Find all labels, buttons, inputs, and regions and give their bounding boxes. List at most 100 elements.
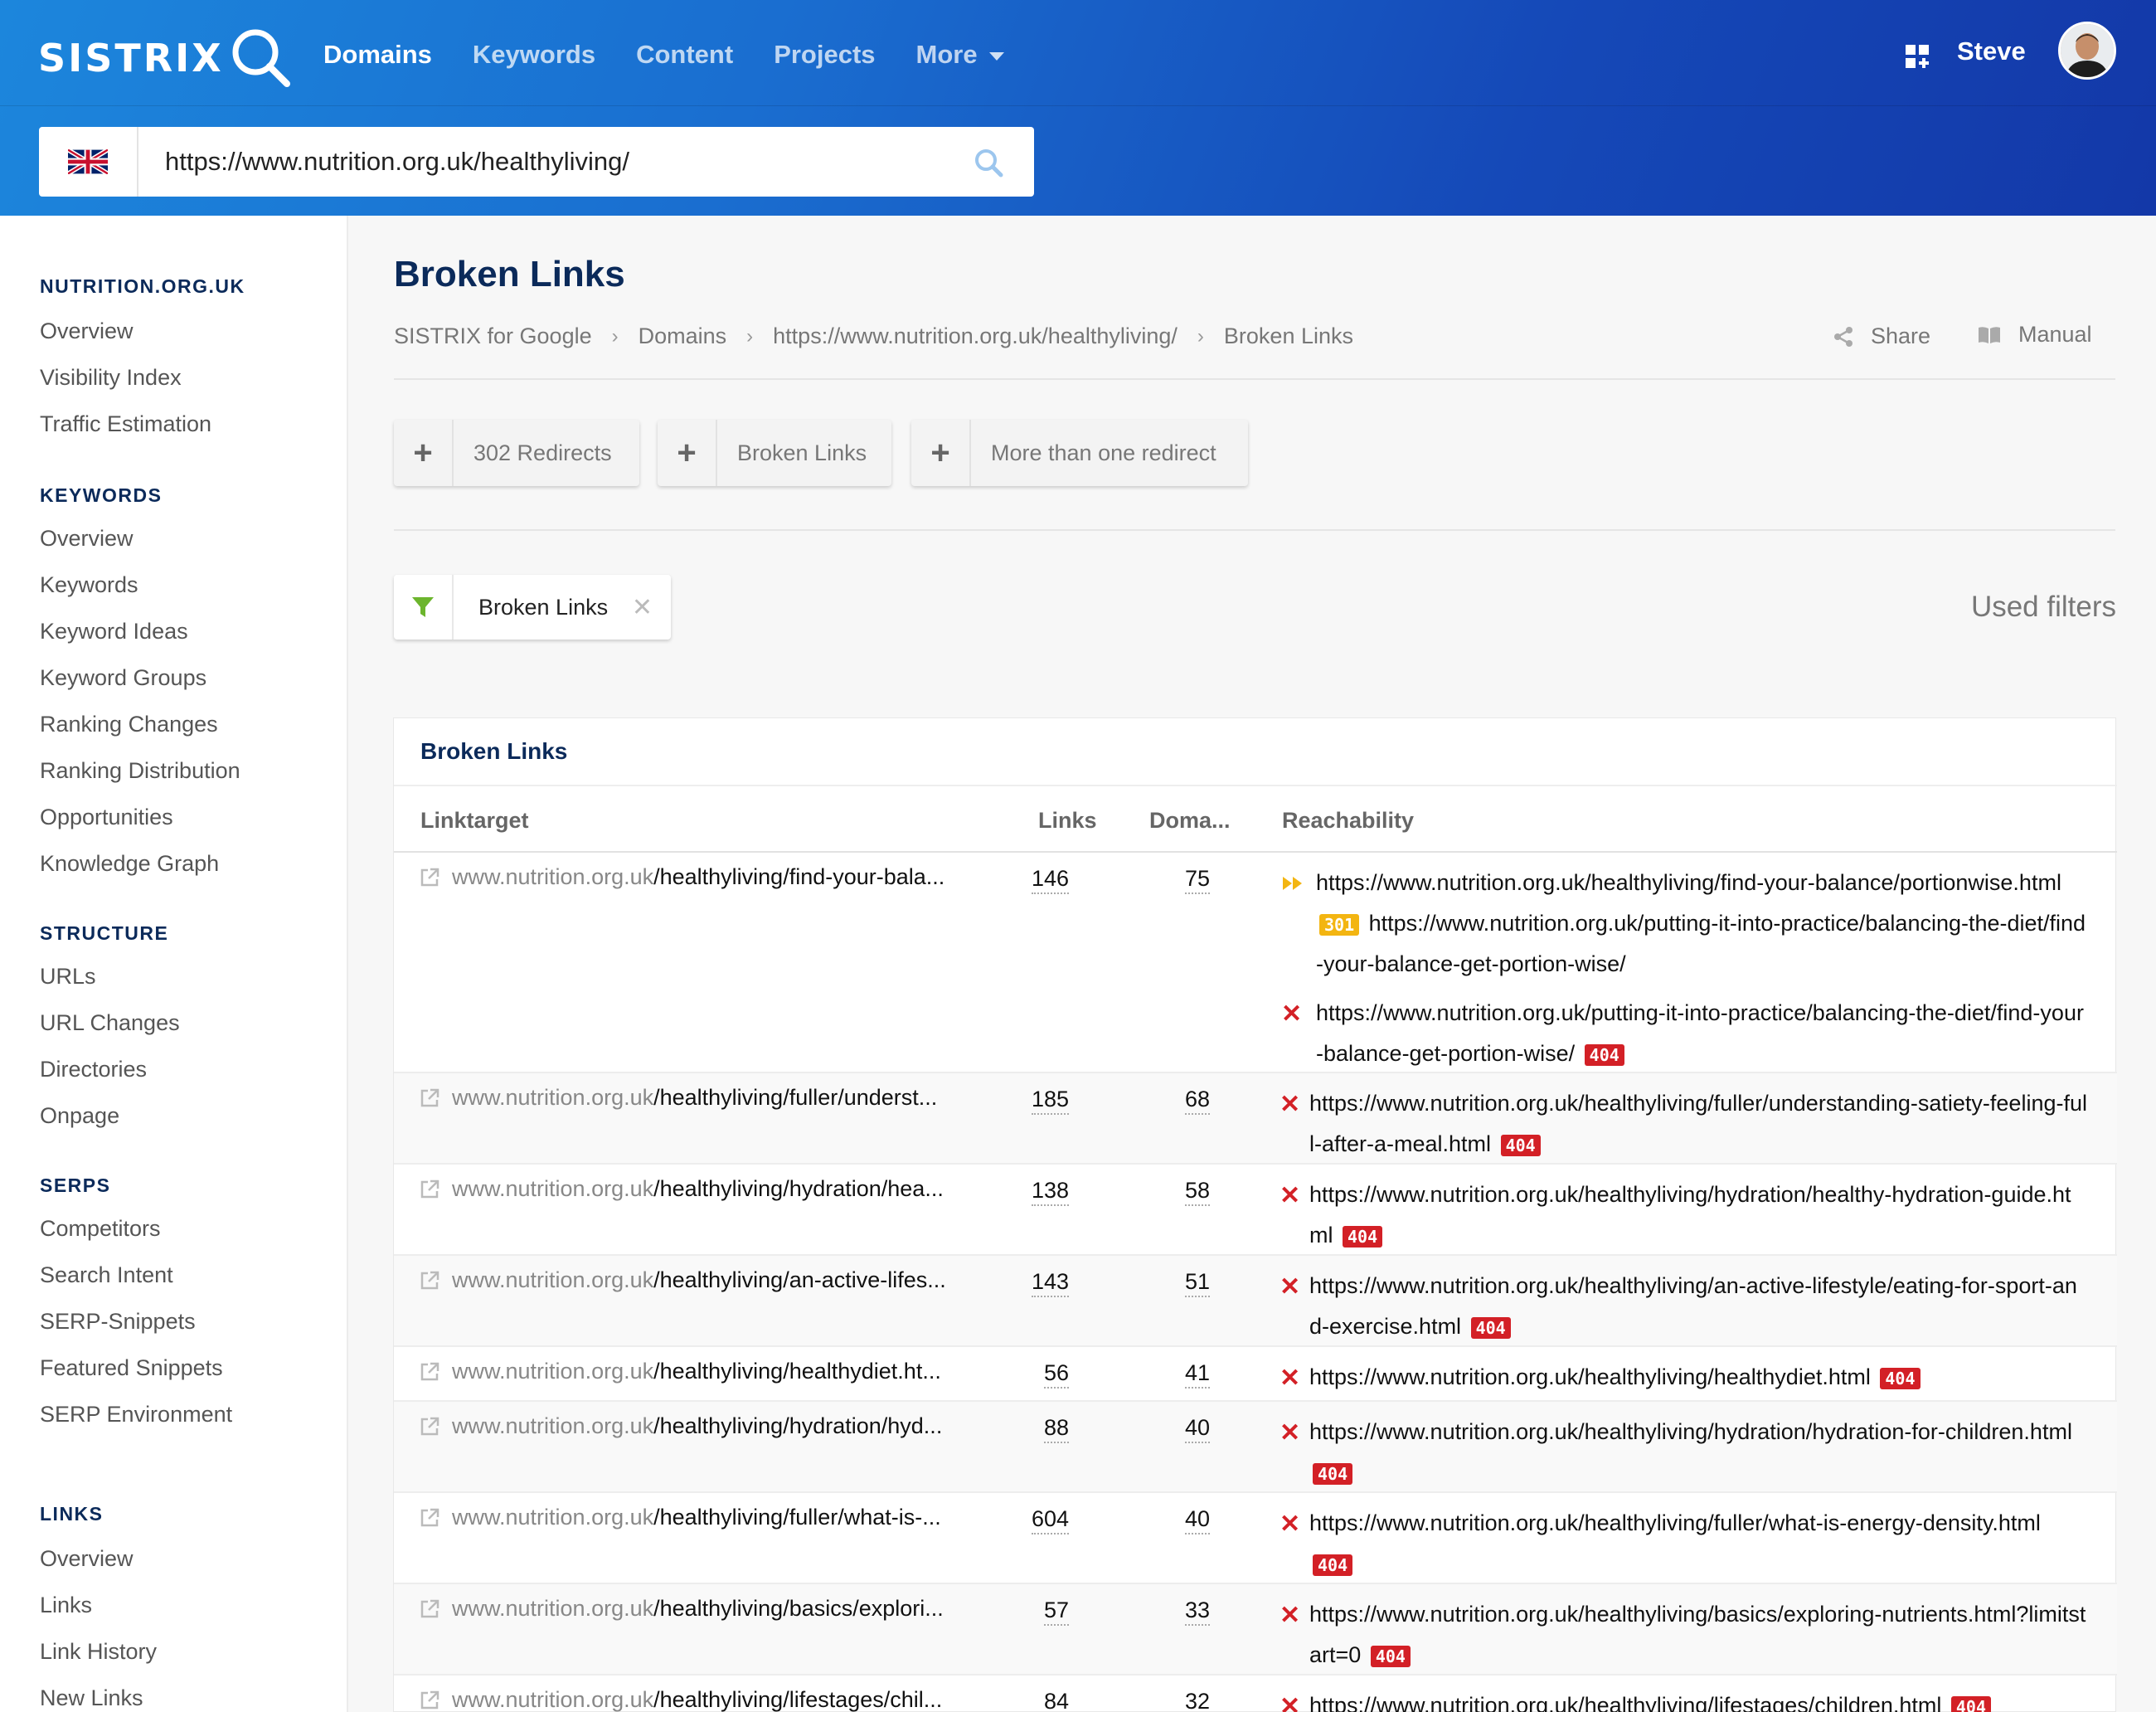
breadcrumb-url[interactable]: https://www.nutrition.org.uk/healthylivi… <box>773 323 1178 349</box>
link-target[interactable]: www.nutrition.org.uk/healthyliving/fulle… <box>419 1505 941 1530</box>
links-count[interactable]: 138 <box>1031 1176 1069 1206</box>
nav-content[interactable]: Content <box>636 32 733 78</box>
broken-url[interactable]: https://www.nutrition.org.uk/putting-it-… <box>1316 1000 2084 1066</box>
logo-text: SISTRIX <box>38 36 224 80</box>
links-count[interactable]: 88 <box>1043 1413 1069 1443</box>
sidebar-item-knowledge-graph[interactable]: Knowledge Graph <box>40 851 219 877</box>
sidebar-item-serp-environment[interactable]: SERP Environment <box>40 1402 232 1427</box>
nav-projects[interactable]: Projects <box>774 32 875 78</box>
broken-url[interactable]: https://www.nutrition.org.uk/healthylivi… <box>1309 1091 2087 1156</box>
sidebar-item-link-history[interactable]: Link History <box>40 1639 157 1665</box>
sidebar-item-keyword-ideas[interactable]: Keyword Ideas <box>40 619 188 644</box>
sidebar-item-featured-snippets[interactable]: Featured Snippets <box>40 1355 223 1381</box>
sidebar-item-traffic-estimation[interactable]: Traffic Estimation <box>40 411 211 437</box>
sidebar-item-competitors[interactable]: Competitors <box>40 1216 161 1242</box>
sidebar-item-search-intent[interactable]: Search Intent <box>40 1262 173 1288</box>
reachability: ✕ https://www.nutrition.org.uk/healthyli… <box>1280 1685 2089 1712</box>
link-target[interactable]: www.nutrition.org.uk/healthyliving/hydra… <box>419 1176 944 1202</box>
broken-url[interactable]: https://www.nutrition.org.uk/healthylivi… <box>1309 1364 1871 1389</box>
sidebar-section-serps: SERPS <box>40 1175 111 1196</box>
user-name[interactable]: Steve <box>1957 36 2026 66</box>
breadcrumb-sistrix[interactable]: SISTRIX for Google <box>394 323 592 349</box>
links-count[interactable]: 143 <box>1031 1267 1069 1297</box>
link-target[interactable]: www.nutrition.org.uk/healthyliving/lifes… <box>419 1687 942 1712</box>
links-count[interactable]: 185 <box>1031 1085 1069 1115</box>
domains-count[interactable]: 68 <box>1184 1085 1210 1115</box>
redirect-url[interactable]: https://www.nutrition.org.uk/healthylivi… <box>1316 870 2061 895</box>
sistrix-logo[interactable]: SISTRIX <box>38 25 294 91</box>
broken-url[interactable]: https://www.nutrition.org.uk/healthylivi… <box>1309 1273 2077 1339</box>
domains-count[interactable]: 58 <box>1184 1176 1210 1206</box>
nav-keywords[interactable]: Keywords <box>473 32 595 78</box>
search-icon[interactable] <box>973 147 1004 178</box>
quick-filter-302-redirects[interactable]: + 302 Redirects <box>394 420 639 486</box>
links-count[interactable]: 604 <box>1031 1505 1069 1534</box>
domains-count[interactable]: 32 <box>1185 1687 1210 1712</box>
avatar[interactable] <box>2058 22 2116 80</box>
links-count[interactable]: 57 <box>1043 1596 1069 1626</box>
domains-count[interactable]: 75 <box>1184 864 1210 894</box>
sidebar-item-opportunities[interactable]: Opportunities <box>40 805 173 830</box>
sidebar-item-serp-snippets[interactable]: SERP-Snippets <box>40 1309 196 1335</box>
sidebar-item-keywords-overview[interactable]: Overview <box>40 526 134 552</box>
link-target[interactable]: www.nutrition.org.uk/healthyliving/find-… <box>419 864 944 890</box>
link-target[interactable]: www.nutrition.org.uk/healthyliving/hydra… <box>419 1413 942 1439</box>
sidebar-item-ranking-changes[interactable]: Ranking Changes <box>40 712 218 737</box>
domains-count[interactable]: 51 <box>1184 1267 1210 1297</box>
redirect-target-url[interactable]: https://www.nutrition.org.uk/putting-it-… <box>1316 911 2086 976</box>
chevron-right-icon: › <box>611 324 619 348</box>
sidebar-section-domain: NUTRITION.ORG.UK <box>40 275 245 297</box>
links-count[interactable]: 146 <box>1031 864 1069 894</box>
quick-filter-broken-links[interactable]: + Broken Links <box>658 420 891 486</box>
link-target[interactable]: www.nutrition.org.uk/healthyliving/healt… <box>419 1359 941 1384</box>
broken-url[interactable]: https://www.nutrition.org.uk/healthylivi… <box>1309 1182 2071 1248</box>
broken-url[interactable]: https://www.nutrition.org.uk/healthylivi… <box>1309 1419 2072 1444</box>
search-input[interactable] <box>165 147 961 177</box>
sidebar-item-links[interactable]: Links <box>40 1593 92 1618</box>
quick-filter-more-than-one-redirect[interactable]: + More than one redirect <box>911 420 1248 486</box>
domains-count[interactable]: 33 <box>1184 1596 1210 1626</box>
sidebar-item-keywords[interactable]: Keywords <box>40 572 138 598</box>
sidebar-item-overview[interactable]: Overview <box>40 319 134 344</box>
sidebar-item-ranking-distribution[interactable]: Ranking Distribution <box>40 758 240 784</box>
active-filter-chip[interactable]: Broken Links ✕ <box>394 575 671 640</box>
share-button[interactable]: Share <box>1833 323 1930 349</box>
manual-button[interactable]: Manual <box>1977 322 2092 348</box>
status-badge: 404 <box>1470 1316 1511 1339</box>
sidebar-item-directories[interactable]: Directories <box>40 1057 147 1082</box>
breadcrumb-domains[interactable]: Domains <box>639 323 727 349</box>
sidebar-item-new-links[interactable]: New Links <box>40 1685 143 1711</box>
links-count[interactable]: 84 <box>1044 1687 1069 1712</box>
country-select[interactable] <box>39 127 138 197</box>
nav-domains[interactable]: Domains <box>323 32 432 78</box>
divider <box>394 378 2115 380</box>
sidebar-item-onpage[interactable]: Onpage <box>40 1103 119 1129</box>
nav-more[interactable]: More <box>916 32 1004 78</box>
apps-grid-icon[interactable] <box>1904 43 1930 70</box>
sidebar-item-keyword-groups[interactable]: Keyword Groups <box>40 665 206 691</box>
link-host: www.nutrition.org.uk <box>452 864 654 889</box>
column-header-linktarget[interactable]: Linktarget <box>420 808 529 834</box>
column-header-reachability[interactable]: Reachability <box>1282 808 1414 834</box>
link-path: /healthyliving/fuller/underst... <box>653 1085 938 1110</box>
broken-url[interactable]: https://www.nutrition.org.uk/healthylivi… <box>1309 1602 2086 1667</box>
column-header-domains[interactable]: Doma... <box>1149 808 1231 834</box>
domains-count[interactable]: 40 <box>1184 1413 1210 1443</box>
broken-url[interactable]: https://www.nutrition.org.uk/healthylivi… <box>1309 1693 1941 1712</box>
quick-filter-label: More than one redirect <box>991 440 1216 465</box>
broken-url[interactable]: https://www.nutrition.org.uk/healthylivi… <box>1309 1510 2041 1535</box>
sidebar-item-visibility-index[interactable]: Visibility Index <box>40 365 182 391</box>
sidebar-item-links-overview[interactable]: Overview <box>40 1546 134 1572</box>
column-header-links[interactable]: Links <box>1038 808 1097 834</box>
links-count[interactable]: 56 <box>1043 1359 1069 1389</box>
link-target[interactable]: www.nutrition.org.uk/healthyliving/fulle… <box>419 1085 937 1111</box>
sidebar-item-urls[interactable]: URLs <box>40 964 96 990</box>
divider <box>394 529 2115 531</box>
domains-count[interactable]: 41 <box>1184 1359 1210 1389</box>
domains-count[interactable]: 40 <box>1184 1505 1210 1534</box>
link-target[interactable]: www.nutrition.org.uk/healthyliving/basic… <box>419 1596 944 1622</box>
link-host: www.nutrition.org.uk <box>452 1359 654 1384</box>
remove-filter-icon[interactable]: ✕ <box>632 593 653 622</box>
link-target[interactable]: www.nutrition.org.uk/healthyliving/an-ac… <box>419 1267 946 1293</box>
sidebar-item-url-changes[interactable]: URL Changes <box>40 1010 180 1036</box>
